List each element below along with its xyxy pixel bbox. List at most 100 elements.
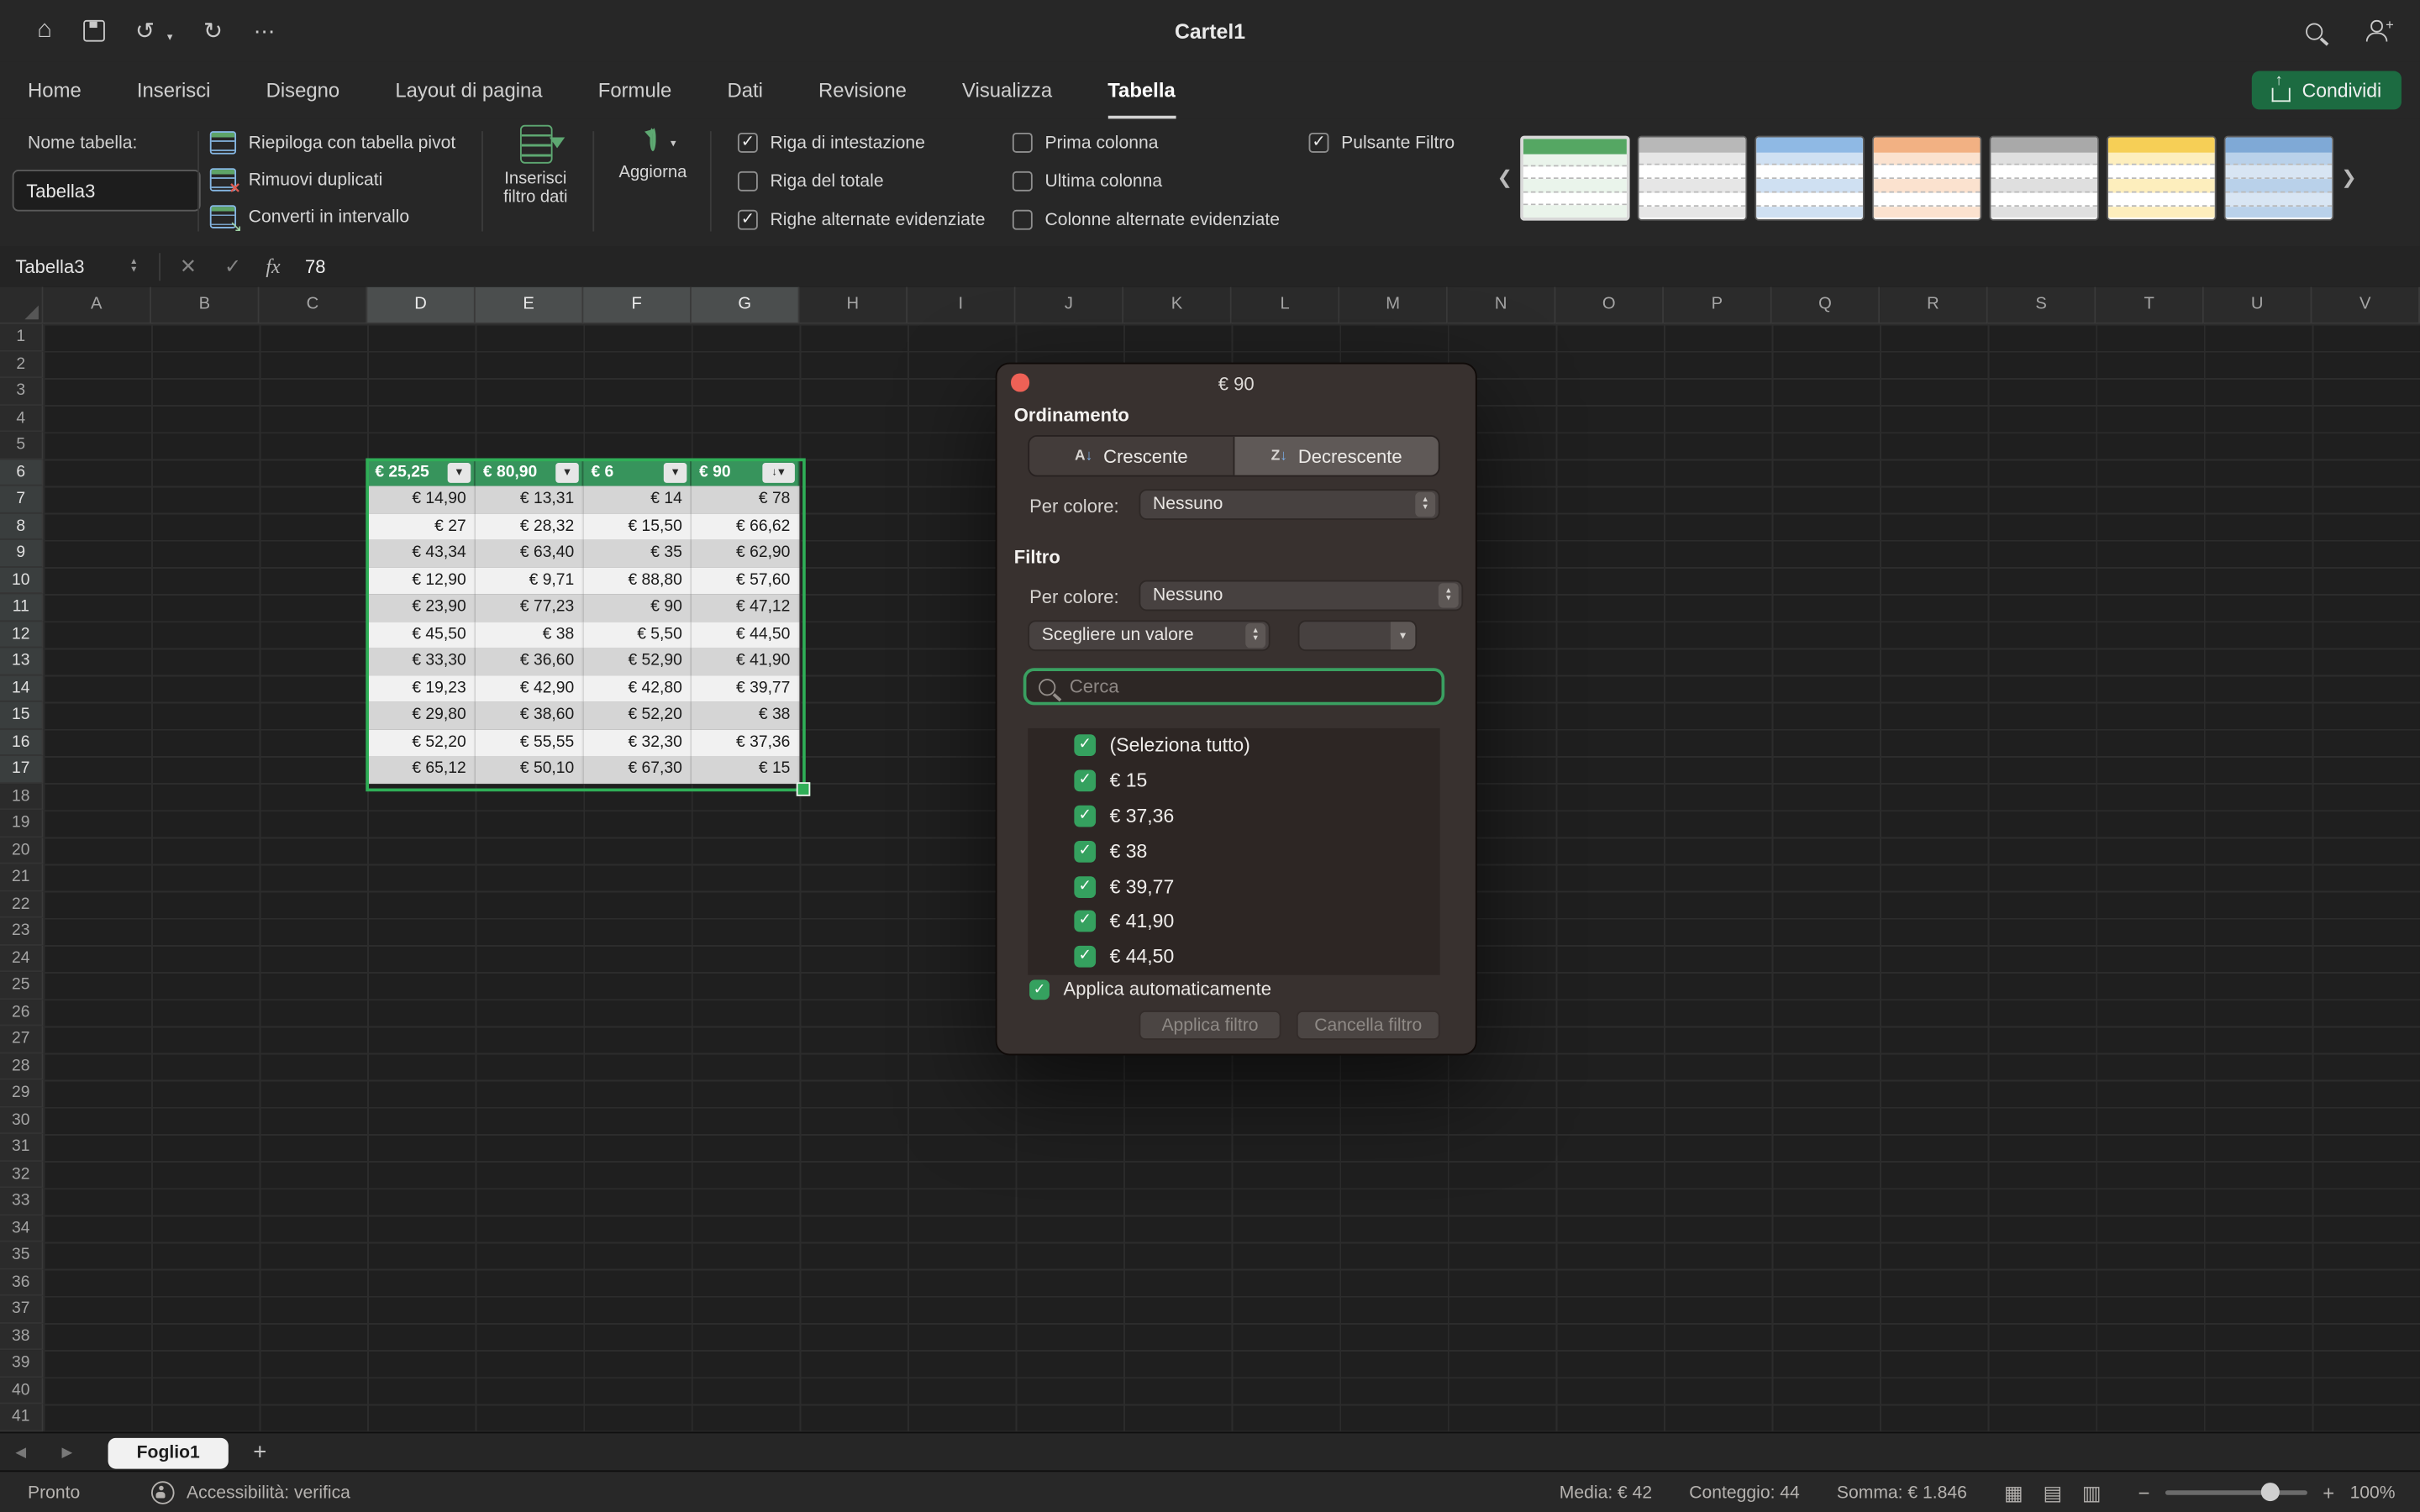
column-header-h[interactable]: H bbox=[799, 287, 908, 324]
table-header-cell[interactable]: € 80,90▾ bbox=[476, 459, 584, 486]
table-cell[interactable]: € 43,34 bbox=[367, 540, 476, 567]
table-cell[interactable]: € 63,40 bbox=[476, 540, 584, 567]
table-cell[interactable]: € 36,60 bbox=[476, 648, 584, 675]
auto-apply-option[interactable]: ✓ Applica automaticamente bbox=[1029, 978, 1271, 1000]
table-cell[interactable]: € 52,20 bbox=[583, 702, 692, 729]
share-button[interactable]: Condividi bbox=[2251, 71, 2402, 109]
table-cell[interactable]: € 38 bbox=[476, 621, 584, 648]
ribbon-tab-revisione[interactable]: Revisione bbox=[818, 61, 907, 118]
table-cell[interactable]: € 90 bbox=[583, 594, 692, 621]
table-style-green-light[interactable] bbox=[1520, 135, 1629, 220]
redo-icon[interactable]: ↻ bbox=[203, 17, 223, 45]
column-header-v[interactable]: V bbox=[2312, 287, 2420, 324]
page-layout-view-icon[interactable]: ▥ bbox=[2082, 1480, 2102, 1504]
filter-by-color-dropdown[interactable]: Nessuno ▲▼ bbox=[1139, 580, 1464, 612]
ribbon-tab-disegno[interactable]: Disegno bbox=[266, 61, 340, 118]
row-header-16[interactable]: 16 bbox=[0, 729, 43, 756]
row-header-19[interactable]: 19 bbox=[0, 810, 43, 837]
save-icon[interactable] bbox=[83, 20, 105, 42]
column-header-s[interactable]: S bbox=[1988, 287, 2096, 324]
ribbon-option-righe-alternate-evidenziate[interactable]: ✓Righe alternate evidenziate bbox=[738, 202, 986, 238]
table-cell[interactable]: € 44,50 bbox=[692, 621, 800, 648]
column-header-u[interactable]: U bbox=[2204, 287, 2312, 324]
gallery-left-arrow-icon[interactable]: ❮ bbox=[1494, 166, 1516, 188]
table-cell[interactable]: € 37,36 bbox=[692, 729, 800, 756]
ribbon-option-prima-colonna[interactable]: Prima colonna bbox=[1013, 125, 1280, 160]
table-cell[interactable]: € 47,12 bbox=[692, 594, 800, 621]
table-cell[interactable]: € 23,90 bbox=[367, 594, 476, 621]
table-header-cell[interactable]: € 90↓▾ bbox=[692, 459, 800, 486]
table-cell[interactable]: € 67,30 bbox=[583, 756, 692, 783]
table-cell[interactable]: € 42,80 bbox=[583, 675, 692, 702]
column-header-c[interactable]: C bbox=[260, 287, 368, 324]
column-header-p[interactable]: P bbox=[1664, 287, 1772, 324]
table-name-input[interactable] bbox=[13, 170, 201, 212]
filter-list-item-39-77[interactable]: ✓€ 39,77 bbox=[1028, 869, 1439, 904]
home-icon[interactable]: ⌂ bbox=[37, 17, 52, 45]
column-header-q[interactable]: Q bbox=[1772, 287, 1881, 324]
share-user-icon[interactable]: + bbox=[2363, 20, 2389, 42]
column-header-b[interactable]: B bbox=[151, 287, 260, 324]
refresh-button[interactable]: ▾ Aggiorna bbox=[605, 125, 701, 182]
ribbon-tab-tabella[interactable]: Tabella bbox=[1107, 61, 1176, 118]
row-header-24[interactable]: 24 bbox=[0, 945, 43, 972]
table-cell[interactable]: € 78 bbox=[692, 486, 800, 513]
name-box[interactable]: Tabella3 bbox=[0, 256, 127, 278]
row-header-2[interactable]: 2 bbox=[0, 351, 43, 378]
table-cell[interactable]: € 13,31 bbox=[476, 486, 584, 513]
row-header-12[interactable]: 12 bbox=[0, 621, 43, 648]
row-header-29[interactable]: 29 bbox=[0, 1080, 43, 1107]
column-header-t[interactable]: T bbox=[2096, 287, 2204, 324]
filter-value-combobox[interactable]: ▼ bbox=[1298, 620, 1417, 651]
row-header-6[interactable]: 6 bbox=[0, 459, 43, 486]
row-header-14[interactable]: 14 bbox=[0, 675, 43, 702]
column-header-d[interactable]: D bbox=[367, 287, 476, 324]
ribbon-tab-visualizza[interactable]: Visualizza bbox=[962, 61, 1052, 118]
selection-fill-handle[interactable] bbox=[797, 781, 811, 795]
column-header-i[interactable]: I bbox=[908, 287, 1016, 324]
table-cell[interactable]: € 77,23 bbox=[476, 594, 584, 621]
column-header-o[interactable]: O bbox=[1555, 287, 1664, 324]
row-header-8[interactable]: 8 bbox=[0, 513, 43, 540]
remove-duplicates-button[interactable]: Rimuovi duplicati bbox=[210, 164, 456, 197]
row-header-15[interactable]: 15 bbox=[0, 702, 43, 729]
zoom-out-icon[interactable]: − bbox=[2139, 1481, 2150, 1504]
row-header-35[interactable]: 35 bbox=[0, 1242, 43, 1269]
table-cell[interactable]: € 57,60 bbox=[692, 567, 800, 594]
ribbon-tab-layout-di-pagina[interactable]: Layout di pagina bbox=[395, 61, 542, 118]
table-style-gray-light[interactable] bbox=[1638, 135, 1747, 220]
table-cell[interactable]: € 52,20 bbox=[367, 729, 476, 756]
table-style-blue-strong[interactable] bbox=[2224, 135, 2333, 220]
insert-slicer-button[interactable]: Inserisci filtro dati bbox=[487, 125, 583, 207]
row-header-30[interactable]: 30 bbox=[0, 1107, 43, 1134]
filter-button[interactable]: ▾ bbox=[448, 463, 471, 483]
formula-input[interactable]: 78 bbox=[305, 256, 326, 278]
row-header-11[interactable]: 11 bbox=[0, 594, 43, 621]
table-cell[interactable]: € 66,62 bbox=[692, 513, 800, 540]
row-header-34[interactable]: 34 bbox=[0, 1215, 43, 1242]
name-box-stepper-icon[interactable]: ▲▼ bbox=[129, 260, 138, 275]
table-cell[interactable]: € 32,30 bbox=[583, 729, 692, 756]
table-cell[interactable]: € 45,50 bbox=[367, 621, 476, 648]
column-header-j[interactable]: J bbox=[1016, 287, 1124, 324]
undo-icon[interactable]: ↺ bbox=[135, 17, 155, 45]
row-header-17[interactable]: 17 bbox=[0, 756, 43, 783]
table-cell[interactable]: € 12,90 bbox=[367, 567, 476, 594]
table-cell[interactable]: € 38 bbox=[692, 702, 800, 729]
row-header-33[interactable]: 33 bbox=[0, 1188, 43, 1215]
select-all-corner[interactable] bbox=[0, 287, 43, 324]
row-header-36[interactable]: 36 bbox=[0, 1269, 43, 1296]
confirm-icon[interactable]: ✓ bbox=[224, 255, 241, 279]
table-header-cell[interactable]: € 6▾ bbox=[583, 459, 692, 486]
table-cell[interactable]: € 9,71 bbox=[476, 567, 584, 594]
column-header-n[interactable]: N bbox=[1448, 287, 1556, 324]
row-header-38[interactable]: 38 bbox=[0, 1323, 43, 1350]
table-cell[interactable]: € 15 bbox=[692, 756, 800, 783]
search-icon[interactable] bbox=[2306, 23, 2323, 39]
filter-button[interactable]: ▾ bbox=[664, 463, 687, 483]
sheet-tab-foglio1[interactable]: Foglio1 bbox=[108, 1437, 229, 1468]
column-header-k[interactable]: K bbox=[1123, 287, 1232, 324]
convert-to-range-button[interactable]: Converti in intervallo bbox=[210, 201, 456, 234]
table-cell[interactable]: € 15,50 bbox=[583, 513, 692, 540]
row-header-21[interactable]: 21 bbox=[0, 864, 43, 891]
